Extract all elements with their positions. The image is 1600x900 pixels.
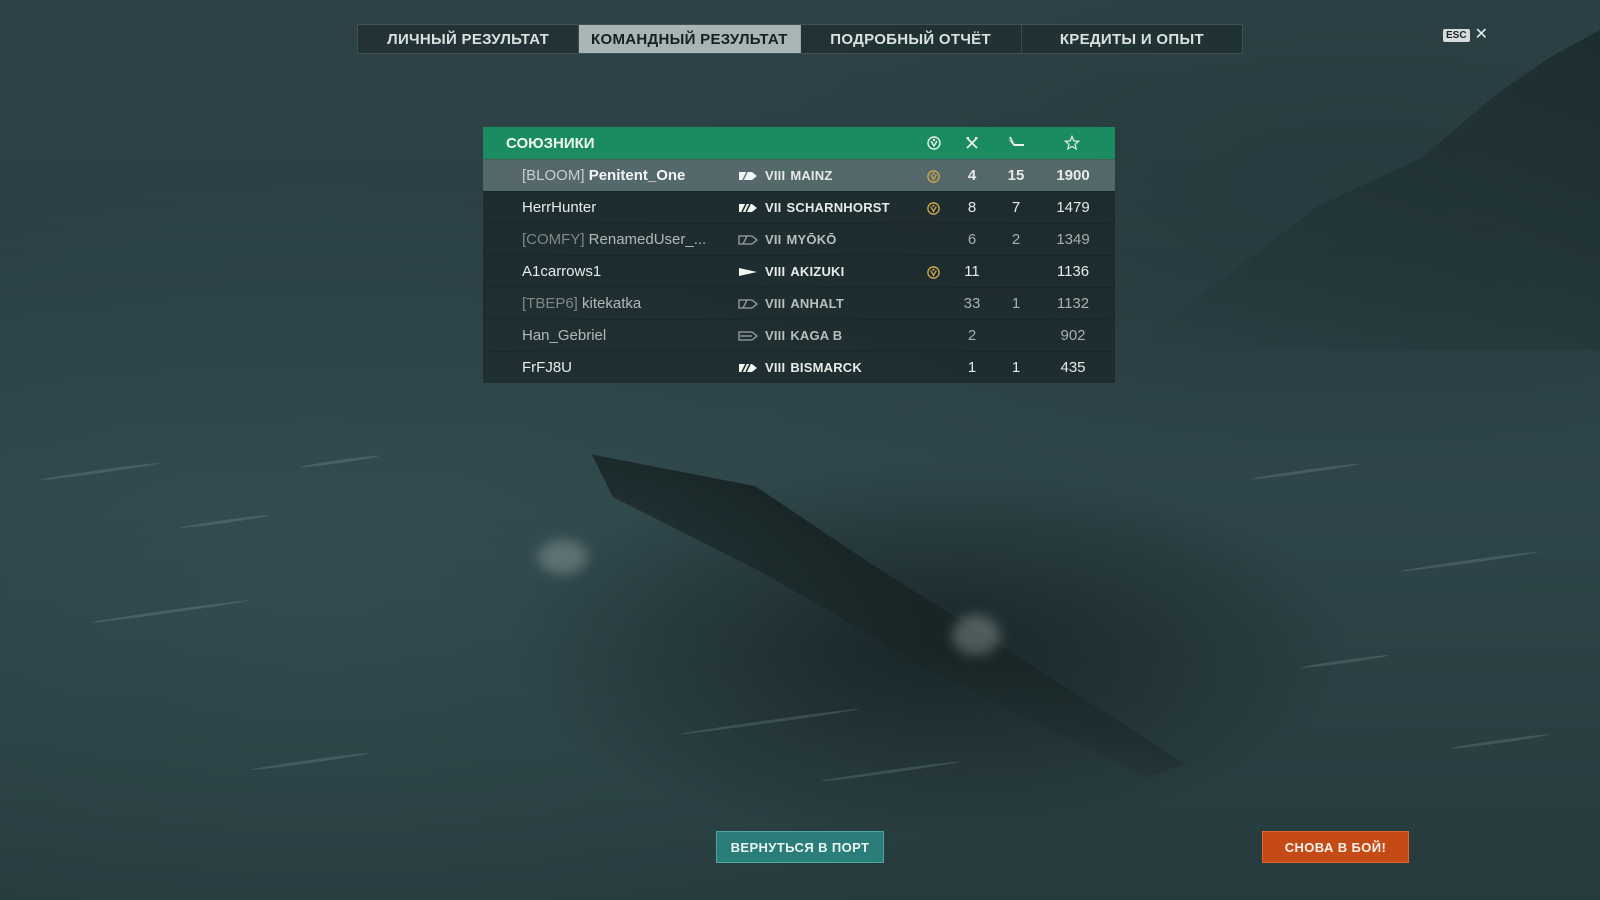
player-row[interactable]: A1carrows1 VIII AKIZUKI 11 1136 bbox=[483, 255, 1115, 287]
back-to-port-button[interactable]: ВЕРНУТЬСЯ В ПОРТ bbox=[716, 831, 884, 863]
player-row[interactable]: Han_Gebriel VIII KAGA B 2 902 bbox=[483, 319, 1115, 351]
ship-tier: VII bbox=[765, 232, 782, 247]
player-nickname: HerrHunter bbox=[522, 199, 597, 216]
medal-icon bbox=[927, 170, 940, 183]
player-nickname: Han_Gebriel bbox=[522, 327, 607, 344]
smoke-puff bbox=[952, 615, 1000, 655]
player-nickname: Penitent_One bbox=[588, 167, 686, 184]
base-xp-value: 1900 bbox=[1056, 167, 1090, 184]
star-icon bbox=[1063, 127, 1081, 159]
frags-value: 4 bbox=[967, 167, 977, 184]
ship-name: VIII MAINZ bbox=[765, 168, 832, 183]
tab-personal-result[interactable]: ЛИЧНЫЙ РЕЗУЛЬТАТ bbox=[358, 25, 580, 53]
clan-tag: [BLOOM] bbox=[522, 167, 585, 184]
result-tabs: ЛИЧНЫЙ РЕЗУЛЬТАТ КОМАНДНЫЙ РЕЗУЛЬТАТ ПОД… bbox=[357, 24, 1243, 54]
clan-tag: [COMFY] bbox=[522, 231, 585, 248]
ship-name: VIII KAGA B bbox=[765, 328, 842, 343]
battleship-class-icon bbox=[739, 363, 757, 373]
ship-tier: VIII bbox=[765, 264, 786, 279]
battleship-class-icon bbox=[739, 203, 757, 213]
frags-value: 1 bbox=[967, 359, 977, 376]
player-nickname: RenamedUser_... bbox=[588, 231, 707, 248]
player-name: [BLOOM] Penitent_One bbox=[522, 167, 685, 184]
player-name: A1carrows1 bbox=[522, 263, 601, 280]
allies-table: СОЮЗНИКИ [BLOOM] Penitent_One VIII MAINZ 4 1… bbox=[483, 127, 1115, 383]
allies-table-header: СОЮЗНИКИ bbox=[483, 127, 1115, 159]
ship-title: ANHALT bbox=[790, 296, 844, 311]
carrier-class-icon bbox=[738, 331, 758, 341]
close-button[interactable]: ESC ✕ bbox=[1443, 27, 1488, 43]
close-icon: ✕ bbox=[1474, 26, 1488, 43]
clan-tag: [TBEP6] bbox=[522, 295, 578, 312]
esc-key-hint: ESC bbox=[1443, 28, 1470, 42]
destroyer-class-icon bbox=[739, 268, 757, 276]
base-xp-value: 1349 bbox=[1056, 231, 1090, 248]
ship-name: VII SCHARNHORST bbox=[765, 200, 890, 215]
frags-value: 6 bbox=[967, 231, 977, 248]
ship-name: VIII BISMARCK bbox=[765, 360, 862, 375]
battle-again-button[interactable]: СНОВА В БОЙ! bbox=[1262, 831, 1409, 863]
tab-detailed-report[interactable]: ПОДРОБНЫЙ ОТЧЁТ bbox=[801, 25, 1022, 53]
planes-value: 1 bbox=[1011, 359, 1021, 376]
medal-icon bbox=[926, 127, 942, 159]
ship-tier: VIII bbox=[765, 360, 786, 375]
tab-team-result[interactable]: КОМАНДНЫЙ РЕЗУЛЬТАТ bbox=[579, 25, 801, 53]
player-row[interactable]: HerrHunter VII SCHARNHORST 8 7 1479 bbox=[483, 191, 1115, 223]
ship-tier: VII bbox=[765, 200, 782, 215]
player-row[interactable]: FrFJ8U VIII BISMARCK 1 1 435 bbox=[483, 351, 1115, 383]
player-row[interactable]: [COMFY] RenamedUser_... VII MYŌKŌ 6 2 1349 bbox=[483, 223, 1115, 255]
player-row[interactable]: [BLOOM] Penitent_One VIII MAINZ 4 15 1900 bbox=[483, 159, 1115, 191]
frags-icon bbox=[963, 127, 981, 159]
cruiser-class-icon bbox=[739, 171, 757, 181]
base-xp-value: 435 bbox=[1060, 359, 1086, 376]
planes-icon bbox=[1006, 127, 1026, 159]
ship-title: KAGA B bbox=[790, 328, 843, 343]
player-nickname: FrFJ8U bbox=[522, 359, 572, 376]
planes-value: 2 bbox=[1011, 231, 1021, 248]
ship-title: AKIZUKI bbox=[790, 264, 845, 279]
ship-title: BISMARCK bbox=[790, 360, 862, 375]
player-nickname: kitekatka bbox=[582, 295, 642, 312]
ship-silhouette bbox=[550, 422, 1230, 788]
cruiser-class-icon bbox=[738, 235, 758, 245]
ship-tier: VIII bbox=[765, 296, 786, 311]
base-xp-value: 902 bbox=[1060, 327, 1086, 344]
player-nickname: A1carrows1 bbox=[522, 263, 602, 280]
battleship-class-icon bbox=[738, 299, 758, 309]
tab-credits-xp[interactable]: КРЕДИТЫ И ОПЫТ bbox=[1022, 25, 1242, 53]
ship-name: VII MYŌKŌ bbox=[765, 232, 837, 247]
frags-value: 8 bbox=[967, 199, 977, 216]
medal-icon bbox=[927, 266, 940, 279]
frags-value: 33 bbox=[963, 295, 981, 312]
player-name: [COMFY] RenamedUser_... bbox=[522, 231, 706, 248]
ship-title: MAINZ bbox=[790, 168, 833, 183]
medal-icon bbox=[927, 202, 940, 215]
base-xp-value: 1132 bbox=[1056, 295, 1090, 312]
frags-value: 11 bbox=[964, 263, 980, 280]
ship-tier: VIII bbox=[765, 328, 786, 343]
planes-value: 7 bbox=[1011, 199, 1021, 216]
base-xp-value: 1479 bbox=[1056, 199, 1090, 216]
ship-tier: VIII bbox=[765, 168, 786, 183]
smoke-puff bbox=[538, 540, 588, 574]
player-name: HerrHunter bbox=[522, 199, 596, 216]
planes-value: 15 bbox=[1007, 167, 1025, 184]
ship-title: SCHARNHORST bbox=[786, 200, 890, 215]
ship-name: VIII ANHALT bbox=[765, 296, 844, 311]
ship-title: MYŌKŌ bbox=[786, 232, 837, 247]
player-name: FrFJ8U bbox=[522, 359, 572, 376]
frags-value: 2 bbox=[967, 327, 977, 344]
base-xp-value: 1136 bbox=[1056, 263, 1090, 280]
ship-name: VIII AKIZUKI bbox=[765, 264, 844, 279]
player-name: Han_Gebriel bbox=[522, 327, 606, 344]
allies-title: СОЮЗНИКИ bbox=[506, 134, 595, 152]
planes-value: 1 bbox=[1011, 295, 1021, 312]
mountain-silhouette bbox=[1130, 30, 1600, 350]
player-row[interactable]: [TBEP6] kitekatka VIII ANHALT 33 1 1132 bbox=[483, 287, 1115, 319]
player-name: [TBEP6] kitekatka bbox=[522, 295, 641, 312]
